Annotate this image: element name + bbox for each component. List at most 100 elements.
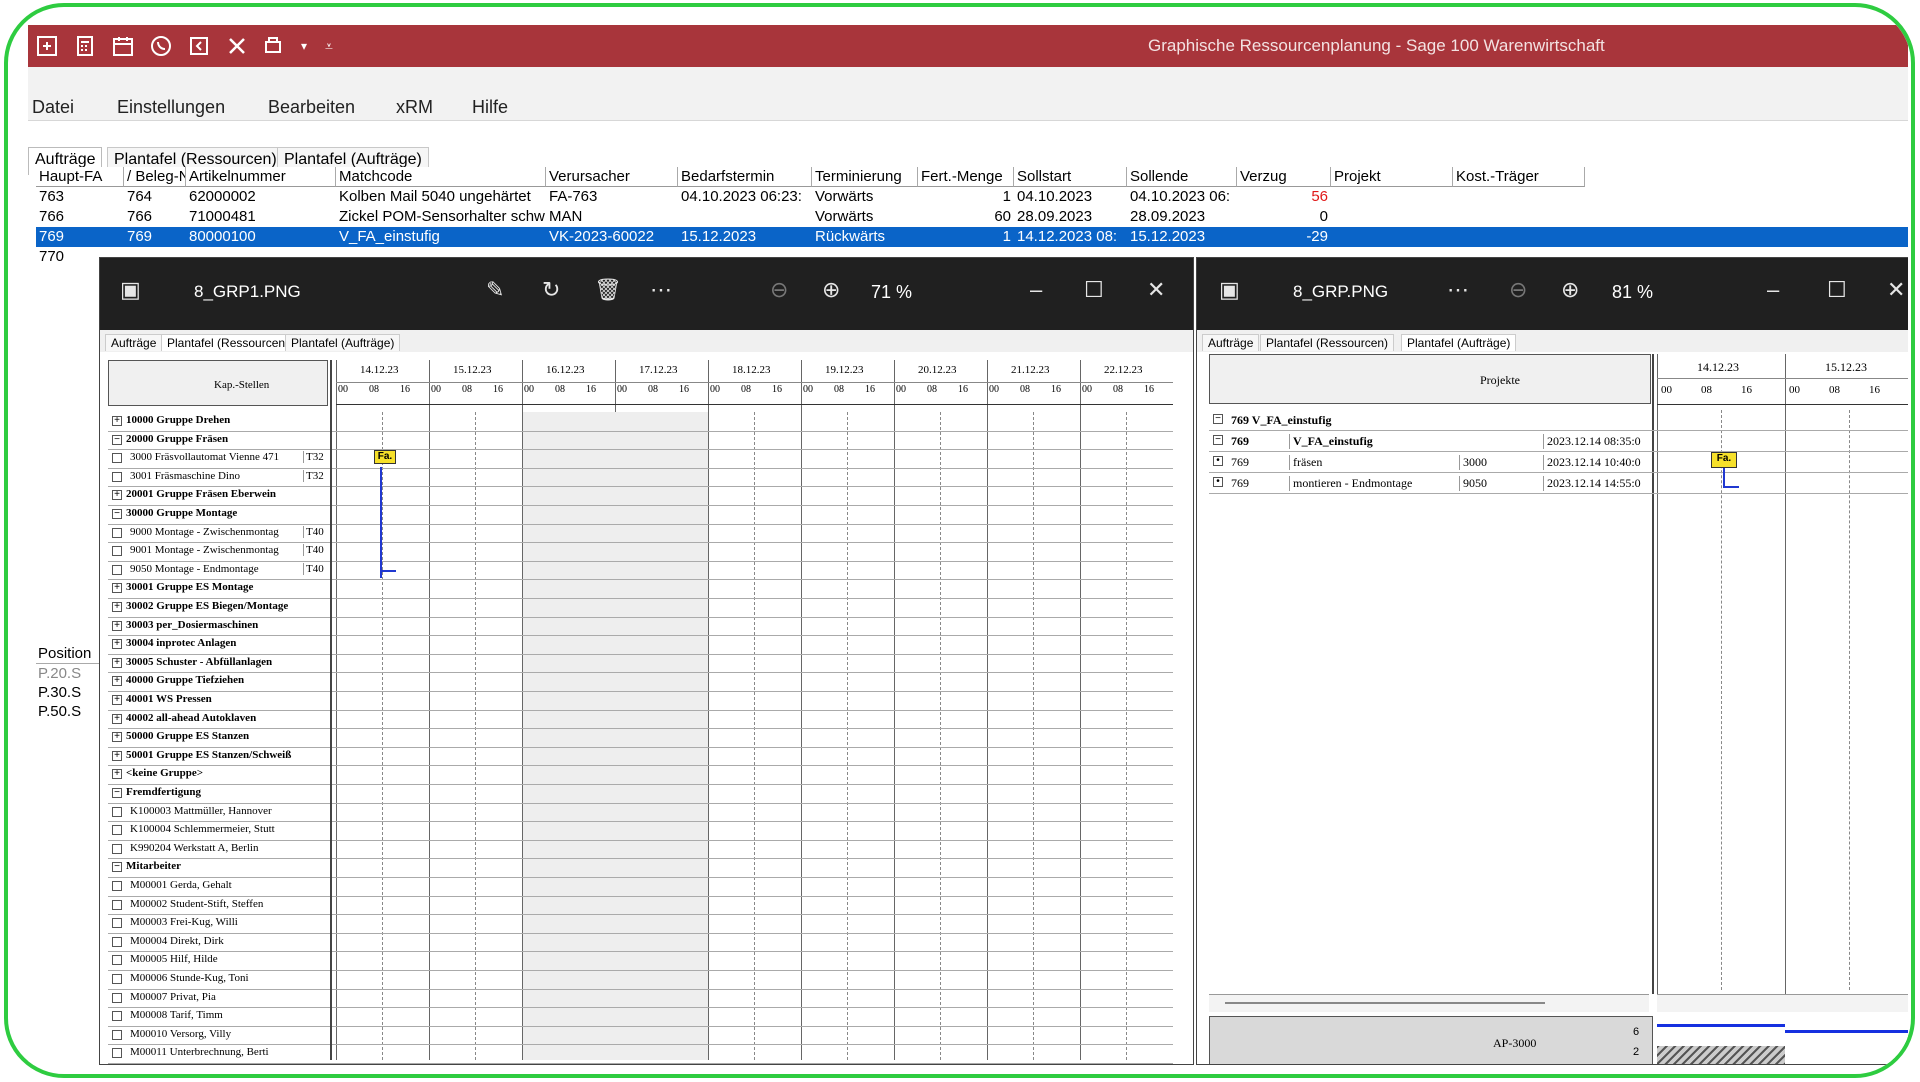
grid-header-9[interactable]: Sollende <box>1127 167 1237 187</box>
table-cell[interactable]: Vorwärts <box>812 187 918 207</box>
table-cell[interactable]: 766 <box>36 207 124 227</box>
grid-header-11[interactable]: Projekt <box>1331 167 1453 187</box>
gantt-bar-fa[interactable]: Fa. <box>374 450 396 465</box>
grid-header-1[interactable]: / Beleg-Nr. <box>124 167 186 187</box>
menu-xrm[interactable]: xRM <box>396 97 433 118</box>
expand-toggle-icon[interactable] <box>112 918 122 929</box>
scrollbar-thumb[interactable] <box>1225 1002 1545 1004</box>
expand-toggle-icon[interactable] <box>112 955 122 966</box>
expand-toggle-icon[interactable]: • <box>1213 477 1223 487</box>
table-cell[interactable] <box>1331 227 1453 247</box>
table-cell[interactable] <box>1453 187 1585 207</box>
table-cell[interactable]: 04.10.2023 06:23: <box>678 187 812 207</box>
expand-toggle-icon[interactable]: + <box>112 620 122 631</box>
resource-label[interactable]: <keine Gruppe> <box>126 767 326 779</box>
table-cell[interactable]: VK-2023-60022 <box>546 227 678 247</box>
table-cell[interactable]: 763 <box>36 187 124 207</box>
table-cell[interactable]: -29 <box>1237 227 1331 247</box>
table-cell[interactable]: 14.12.2023 08: <box>1014 227 1127 247</box>
expand-toggle-icon[interactable]: − <box>112 509 122 519</box>
resource-label[interactable]: 40000 Gruppe Tiefziehen <box>126 674 326 686</box>
expand-toggle-icon[interactable]: − <box>1213 414 1223 424</box>
table-cell[interactable]: MAN <box>546 207 678 227</box>
table-cell[interactable]: 1 <box>918 187 1014 207</box>
minimize-icon[interactable]: – <box>1030 278 1042 302</box>
expand-toggle-icon[interactable] <box>112 899 122 910</box>
table-cell[interactable]: 15.12.2023 <box>678 227 812 247</box>
expand-toggle-icon[interactable]: + <box>112 583 122 594</box>
maximize-icon[interactable]: ☐ <box>1827 278 1847 302</box>
minimize-icon[interactable]: – <box>1767 278 1779 302</box>
table-cell[interactable]: Vorwärts <box>812 207 918 227</box>
table-cell[interactable]: 15.12.2023 <box>1127 227 1237 247</box>
resource-label[interactable]: K100004 Schlemmermeier, Stutt <box>130 823 298 835</box>
table-cell[interactable]: 56 <box>1237 187 1331 207</box>
grid-header-0[interactable]: Haupt-FA <box>36 167 124 187</box>
expand-toggle-icon[interactable] <box>112 564 122 575</box>
resource-label[interactable]: 40001 WS Pressen <box>126 693 326 705</box>
resource-label[interactable]: 30000 Gruppe Montage <box>126 507 326 519</box>
resource-label[interactable]: 20000 Gruppe Fräsen <box>126 433 326 445</box>
table-cell[interactable]: Kolben Mail 5040 ungehärtet <box>336 187 546 207</box>
rotate-icon[interactable]: ↻ <box>542 278 560 302</box>
resource-label[interactable]: Fremdfertigung <box>126 786 326 798</box>
resource-label[interactable]: M00010 Versorg, Villy <box>130 1028 298 1040</box>
table-cell[interactable]: Rückwärts <box>812 227 918 247</box>
position-item[interactable]: P.50.S <box>36 702 106 721</box>
expand-toggle-icon[interactable] <box>112 453 122 464</box>
more-icon[interactable]: ⋯ <box>1447 278 1469 302</box>
print-icon[interactable] <box>256 25 294 67</box>
expand-toggle-icon[interactable]: + <box>112 713 122 724</box>
resource-label[interactable]: 30005 Schuster - Abfüllanlagen <box>126 656 326 668</box>
resource-label[interactable]: 30002 Gruppe ES Biegen/Montage <box>126 600 326 612</box>
resource-label[interactable]: M00005 Hilf, Hilde <box>130 953 298 965</box>
delete-icon[interactable]: 🗑 <box>594 278 622 302</box>
table-cell[interactable]: Zickel POM-Sensorhalter schw <box>336 207 546 227</box>
expand-toggle-icon[interactable]: + <box>112 639 122 650</box>
table-cell[interactable]: 60 <box>918 207 1014 227</box>
horizontal-scrollbar[interactable] <box>1657 994 1908 1012</box>
expand-toggle-icon[interactable]: + <box>112 490 122 501</box>
resource-label[interactable]: 3000 Fräsvollautomat Vienne 471 <box>130 451 298 463</box>
expand-toggle-icon[interactable] <box>112 843 122 854</box>
customize-icon[interactable]: ⩡ <box>314 25 344 67</box>
expand-toggle-icon[interactable] <box>112 1029 122 1040</box>
resource-label[interactable]: 3001 Fräsmaschine Dino <box>130 470 298 482</box>
grid-header-2[interactable]: Artikelnummer <box>186 167 336 187</box>
table-cell[interactable]: V_FA_einstufig <box>336 227 546 247</box>
resource-label[interactable]: 50000 Gruppe ES Stanzen <box>126 730 326 742</box>
resource-label[interactable]: 30001 Gruppe ES Montage <box>126 581 326 593</box>
resource-label[interactable]: M00008 Tarif, Timm <box>130 1009 298 1021</box>
resource-label[interactable]: M00001 Gerda, Gehalt <box>130 879 298 891</box>
grid-header-4[interactable]: Verursacher <box>546 167 678 187</box>
resource-label[interactable]: 9000 Montage - Zwischenmontag <box>130 526 298 538</box>
grid-header-3[interactable]: Matchcode <box>336 167 546 187</box>
resource-label[interactable]: M00006 Stunde-Kug, Toni <box>130 972 298 984</box>
gantt-bar-fa[interactable]: Fa. <box>1711 452 1737 468</box>
table-cell[interactable]: 769 <box>124 227 186 247</box>
calculator-icon[interactable] <box>66 25 104 67</box>
expand-toggle-icon[interactable]: • <box>1213 456 1223 466</box>
phone-icon[interactable] <box>142 25 180 67</box>
project-row-id[interactable]: 769 <box>1231 455 1291 470</box>
expand-toggle-icon[interactable] <box>112 974 122 984</box>
menu-datei[interactable]: Datei <box>32 97 74 118</box>
expand-toggle-icon[interactable] <box>112 936 122 947</box>
table-cell[interactable] <box>1331 187 1453 207</box>
grid-header-6[interactable]: Terminierung <box>812 167 918 187</box>
position-item[interactable]: P.20.S <box>36 664 106 683</box>
table-cell[interactable]: 04.10.2023 <box>1014 187 1127 207</box>
expand-toggle-icon[interactable] <box>112 546 122 557</box>
close-icon[interactable]: ✕ <box>1887 278 1905 302</box>
menu-bearbeiten[interactable]: Bearbeiten <box>268 97 355 118</box>
resource-label[interactable]: 20001 Gruppe Fräsen Eberwein <box>126 488 326 500</box>
table-cell[interactable]: 769 <box>36 227 124 247</box>
table-cell[interactable]: 80000100 <box>186 227 336 247</box>
grid-header-7[interactable]: Fert.-Menge <box>918 167 1014 187</box>
table-cell[interactable]: FA-763 <box>546 187 678 207</box>
expand-toggle-icon[interactable] <box>112 992 122 1003</box>
table-cell[interactable]: 764 <box>124 187 186 207</box>
resource-label[interactable]: 9001 Montage - Zwischenmontag <box>130 544 298 556</box>
expand-toggle-icon[interactable]: − <box>112 862 122 873</box>
expand-toggle-icon[interactable] <box>112 471 122 482</box>
